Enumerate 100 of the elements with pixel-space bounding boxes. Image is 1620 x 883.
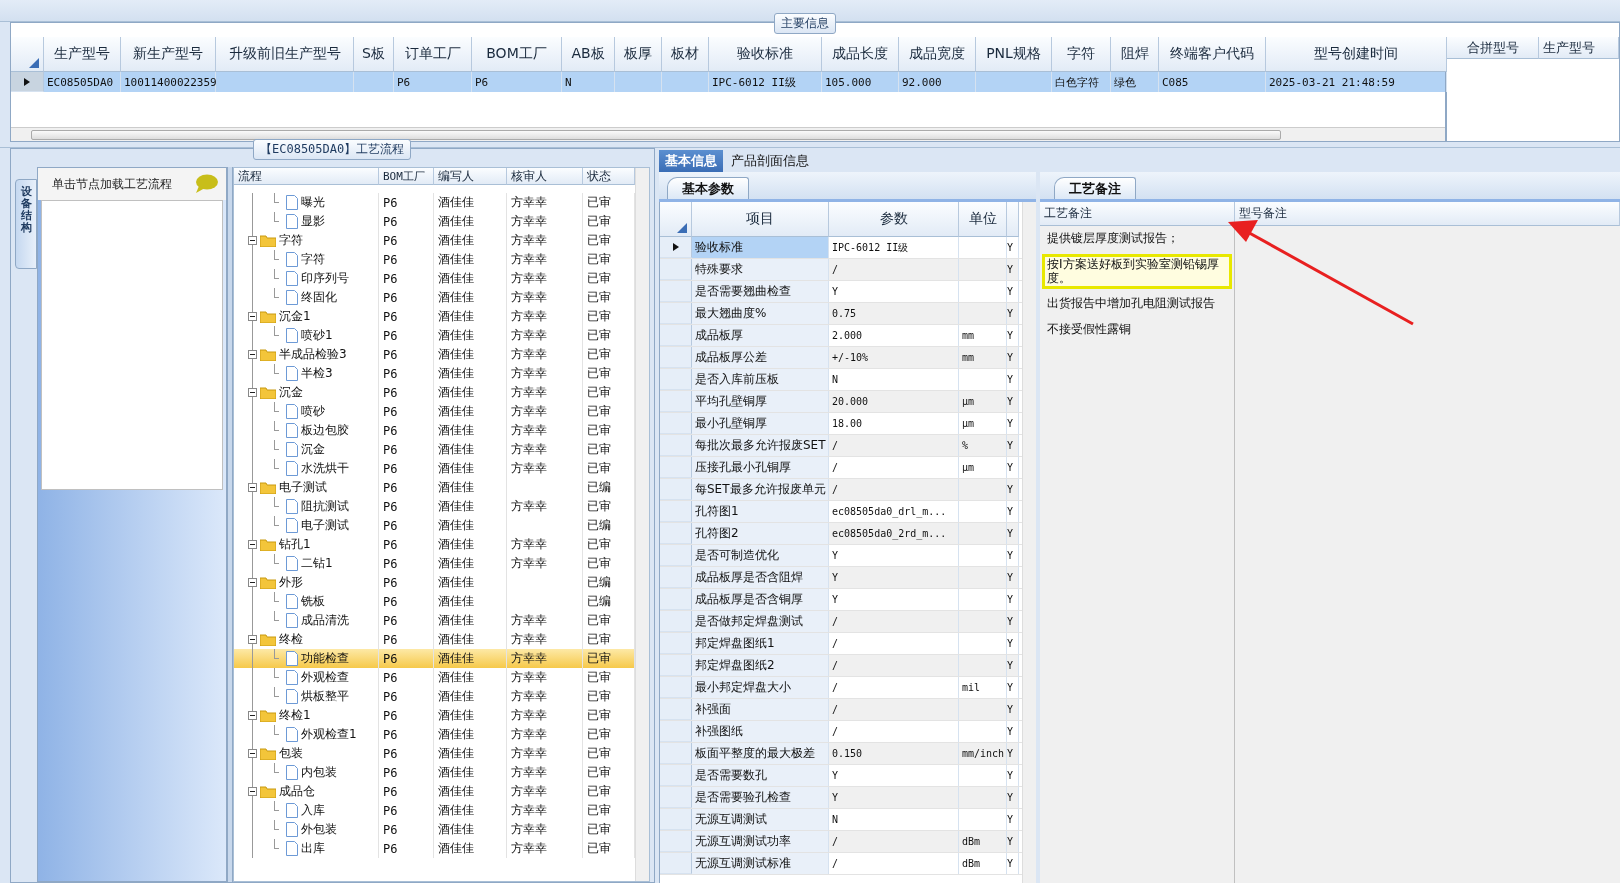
column-header[interactable]: 单位 [959, 202, 1007, 237]
table-row[interactable]: 每SET最多允许报废单元 / Y [660, 479, 1022, 501]
collapse-icon[interactable] [248, 540, 257, 549]
table-row[interactable]: 是否需要验孔检查 Y Y [660, 787, 1022, 809]
column-header[interactable]: S板 [354, 37, 394, 72]
column-header[interactable]: 编写人 [434, 168, 507, 185]
collapse-icon[interactable] [248, 350, 257, 359]
table-row[interactable]: 最大翘曲度% 0.75 Y [660, 303, 1022, 325]
column-header[interactable]: 合拼型号 [1447, 37, 1539, 59]
table-row[interactable]: 成品板厚公差 +/-10% mm Y [660, 347, 1022, 369]
collapse-icon[interactable] [248, 787, 257, 796]
table-row[interactable]: 补强面 / Y [660, 699, 1022, 721]
column-header[interactable]: 型号创建时间 [1266, 37, 1447, 72]
column-header[interactable]: BOM工厂 [379, 168, 434, 185]
column-header[interactable]: 升级前旧生产型号 [216, 37, 354, 72]
table-row[interactable]: 是否做邦定焊盘测试 / Y [660, 611, 1022, 633]
table-row[interactable]: 是否需要翘曲检查 Y Y [660, 281, 1022, 303]
collapse-icon[interactable] [248, 483, 257, 492]
column-header[interactable]: 成品宽度 [899, 37, 976, 72]
column-header[interactable]: 终端客户代码 [1159, 37, 1266, 72]
table-row[interactable]: 板面平整度的最大极差 0.150 mm/inch Y [660, 743, 1022, 765]
column-header[interactable]: 工艺备注 [1040, 202, 1235, 226]
column-header[interactable]: 型号备注 [1235, 202, 1620, 226]
table-row[interactable]: 验收标准 IPC-6012 II级 Y [660, 237, 1022, 259]
column-header[interactable]: 生产型号 [1539, 37, 1619, 59]
table-cell: 无源互调测试 [692, 809, 829, 830]
row-pointer-icon [24, 77, 30, 86]
collapse-icon[interactable] [248, 236, 257, 245]
table-row[interactable]: 特殊要求 / Y [660, 259, 1022, 281]
tab[interactable]: 工艺备注 [1054, 177, 1136, 199]
collapse-icon[interactable] [248, 749, 257, 758]
table-row[interactable]: 孔符图2 ec08505da0_2rd_m... Y [660, 523, 1022, 545]
column-header[interactable]: 新生产型号 [121, 37, 216, 72]
vertical-scrollbar[interactable] [635, 168, 649, 881]
column-header[interactable]: 字符 [1052, 37, 1111, 72]
table-cell: 2.000 [829, 325, 959, 346]
table-row[interactable]: 邦定焊盘图纸1 / Y [660, 633, 1022, 655]
column-header[interactable]: 板厚 [615, 37, 662, 72]
table-row[interactable]: 是否入库前压板 N Y [660, 369, 1022, 391]
table-row[interactable]: 最小邦定焊盘大小 / mil Y [660, 677, 1022, 699]
table-cell: ec08505da0_drl_m... [829, 501, 959, 522]
side-tab[interactable]: 设备结构 [15, 179, 37, 269]
column-header[interactable]: 阻焊 [1111, 37, 1159, 72]
table-cell: Y [1007, 721, 1019, 742]
column-header[interactable]: 项目 [692, 202, 829, 237]
column-header[interactable]: 验收标准 [709, 37, 822, 72]
table-row[interactable]: 成品板厚 2.000 mm Y [660, 325, 1022, 347]
tree-row[interactable]: 功能检查 P6 酒佳佳 方幸幸 已审 [234, 649, 635, 668]
table-cell: Y [1007, 831, 1019, 852]
table-cell: / [829, 633, 959, 654]
table-cell: Y [1007, 633, 1019, 654]
table-cell: 10011400022359 [121, 72, 216, 92]
table-row[interactable]: 成品板厚是否含阻焊 Y Y [660, 567, 1022, 589]
table-cell: / [829, 259, 959, 280]
horizontal-scrollbar[interactable] [11, 127, 1445, 141]
tab[interactable]: 基本参数 [667, 177, 749, 199]
tab[interactable]: 产品剖面信息 [725, 150, 815, 172]
vertical-scrollbar[interactable] [1022, 202, 1036, 883]
column-header[interactable]: 成品长度 [822, 37, 899, 72]
table-row[interactable]: 是否需要数孔 Y Y [660, 765, 1022, 787]
speech-bubble-icon [194, 174, 218, 194]
column-header[interactable]: 订单工厂 [394, 37, 472, 72]
table-row[interactable]: 每批次最多允许报废SET / % Y [660, 435, 1022, 457]
table-row[interactable]: EC08505DA0 10011400022359 P6 P6 N IPC-6012 II级 105.000 92.000 白色字符 绿色 C085 2025-03-21 21:48:59 [11, 72, 1445, 92]
collapse-icon[interactable] [248, 578, 257, 587]
column-header[interactable]: 流程 [234, 168, 379, 185]
column-header[interactable]: AB板 [562, 37, 615, 72]
column-header[interactable]: 生产型号 [44, 37, 121, 72]
collapse-icon[interactable] [248, 635, 257, 644]
table-row[interactable]: 成品板厚是否含铜厚 Y Y [660, 589, 1022, 611]
table-cell: 压接孔最小孔铜厚 [692, 457, 829, 478]
table-row[interactable]: 无源互调测试标准 / dBm Y [660, 853, 1022, 875]
collapse-icon[interactable] [248, 711, 257, 720]
column-header[interactable]: PNL规格 [976, 37, 1052, 72]
table-row[interactable]: 无源互调测试 N Y [660, 809, 1022, 831]
column-header[interactable]: 板材 [662, 37, 709, 72]
collapse-icon[interactable] [248, 388, 257, 397]
column-header[interactable]: 核审人 [507, 168, 583, 185]
table-cell: Y [1007, 523, 1019, 544]
table-row[interactable]: 邦定焊盘图纸2 / Y [660, 655, 1022, 677]
file-icon [286, 556, 298, 571]
column-header[interactable]: 状态 [583, 168, 635, 185]
table-cell: Y [1007, 743, 1019, 764]
table-row[interactable]: 平均孔壁铜厚 20.000 μm Y [660, 391, 1022, 413]
file-icon [286, 271, 298, 286]
table-row[interactable]: 无源互调测试功率 / dBm Y [660, 831, 1022, 853]
collapse-icon[interactable] [248, 312, 257, 321]
tab[interactable]: 基本信息 [659, 150, 723, 172]
table-row[interactable]: 压接孔最小孔铜厚 / μm Y [660, 457, 1022, 479]
tree-label: 终检 [279, 631, 303, 648]
table-cell: N [829, 809, 959, 830]
table-row[interactable]: 孔符图1 ec08505da0_drl_m... Y [660, 501, 1022, 523]
table-row[interactable]: 是否可制造优化 Y Y [660, 545, 1022, 567]
column-header[interactable]: 参数 [829, 202, 959, 237]
table-cell: 每批次最多允许报废SET [692, 435, 829, 456]
column-header[interactable]: BOM工厂 [472, 37, 562, 72]
table-cell: Y [1007, 655, 1019, 676]
table-cell: mil [959, 677, 1007, 698]
table-row[interactable]: 补强图纸 / Y [660, 721, 1022, 743]
table-row[interactable]: 最小孔壁铜厚 18.00 μm Y [660, 413, 1022, 435]
